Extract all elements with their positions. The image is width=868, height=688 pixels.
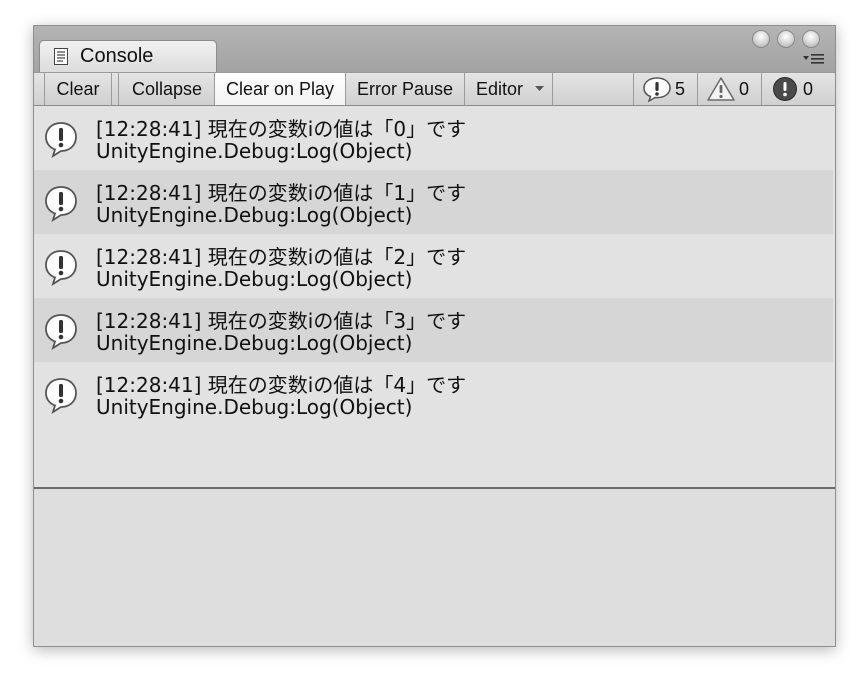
info-speech-bubble-icon xyxy=(45,378,77,414)
log-message: [12:28:41] 現在の変数iの値は「2」です xyxy=(96,245,467,269)
console-toolbar: Clear Collapse Clear on Play Error Pause… xyxy=(34,72,835,106)
log-message: [12:28:41] 現在の変数iの値は「3」です xyxy=(96,309,467,333)
log-stack-trace: UnityEngine.Debug:Log(Object) xyxy=(96,395,413,419)
window-menu-icon[interactable] xyxy=(803,53,825,65)
window-button-minimize[interactable] xyxy=(777,30,795,48)
tab-console[interactable]: Console xyxy=(39,40,217,72)
error-count: 0 xyxy=(803,78,814,99)
toolbar-separator xyxy=(118,73,119,105)
editor-dropdown-label: Editor xyxy=(476,78,524,99)
error-count-toggle[interactable]: 0 xyxy=(761,73,823,105)
console-window: Console Clear Collapse Clear on Play Err… xyxy=(33,25,836,647)
warning-count-toggle[interactable]: 0 xyxy=(697,73,761,105)
tab-label: Console xyxy=(80,45,154,67)
log-entry[interactable]: [12:28:41] 現在の変数iの値は「3」です UnityEngine.De… xyxy=(34,298,833,362)
console-document-icon xyxy=(54,48,68,65)
info-speech-bubble-icon xyxy=(45,314,77,350)
window-button-maximize[interactable] xyxy=(802,30,820,48)
chevron-down-icon xyxy=(535,86,545,91)
editor-dropdown[interactable]: Editor xyxy=(465,73,553,105)
log-stack-trace: UnityEngine.Debug:Log(Object) xyxy=(96,267,413,291)
info-speech-bubble-icon xyxy=(45,186,77,222)
log-message: [12:28:41] 現在の変数iの値は「4」です xyxy=(96,373,467,397)
error-circle-icon xyxy=(773,77,797,101)
log-entry[interactable]: [12:28:41] 現在の変数iの値は「2」です UnityEngine.De… xyxy=(34,234,833,298)
log-message: [12:28:41] 現在の変数iの値は「0」です xyxy=(96,117,467,141)
warning-count: 0 xyxy=(739,78,750,99)
log-entry[interactable]: [12:28:41] 現在の変数iの値は「1」です UnityEngine.De… xyxy=(34,170,833,234)
error-pause-toggle[interactable]: Error Pause xyxy=(346,73,465,105)
log-list: [12:28:41] 現在の変数iの値は「0」です UnityEngine.De… xyxy=(34,106,835,487)
log-stack-trace: UnityEngine.Debug:Log(Object) xyxy=(96,331,413,355)
log-detail-pane[interactable] xyxy=(34,489,835,646)
log-stack-trace: UnityEngine.Debug:Log(Object) xyxy=(96,139,413,163)
warning-triangle-icon xyxy=(707,77,735,101)
log-entry[interactable]: [12:28:41] 現在の変数iの値は「0」です UnityEngine.De… xyxy=(34,106,833,170)
info-count: 5 xyxy=(675,78,686,99)
info-speech-bubble-icon xyxy=(45,250,77,286)
clear-on-play-toggle[interactable]: Clear on Play xyxy=(215,73,346,105)
log-stack-trace: UnityEngine.Debug:Log(Object) xyxy=(96,203,413,227)
info-icon xyxy=(643,77,671,102)
collapse-toggle[interactable]: Collapse xyxy=(120,73,215,105)
info-speech-bubble-icon xyxy=(45,122,77,158)
clear-button[interactable]: Clear xyxy=(45,73,112,105)
tab-strip: Console xyxy=(34,26,835,72)
info-count-toggle[interactable]: 5 xyxy=(633,73,697,105)
window-button-close[interactable] xyxy=(752,30,770,48)
log-message: [12:28:41] 現在の変数iの値は「1」です xyxy=(96,181,467,205)
log-entry[interactable]: [12:28:41] 現在の変数iの値は「4」です UnityEngine.De… xyxy=(34,362,833,426)
